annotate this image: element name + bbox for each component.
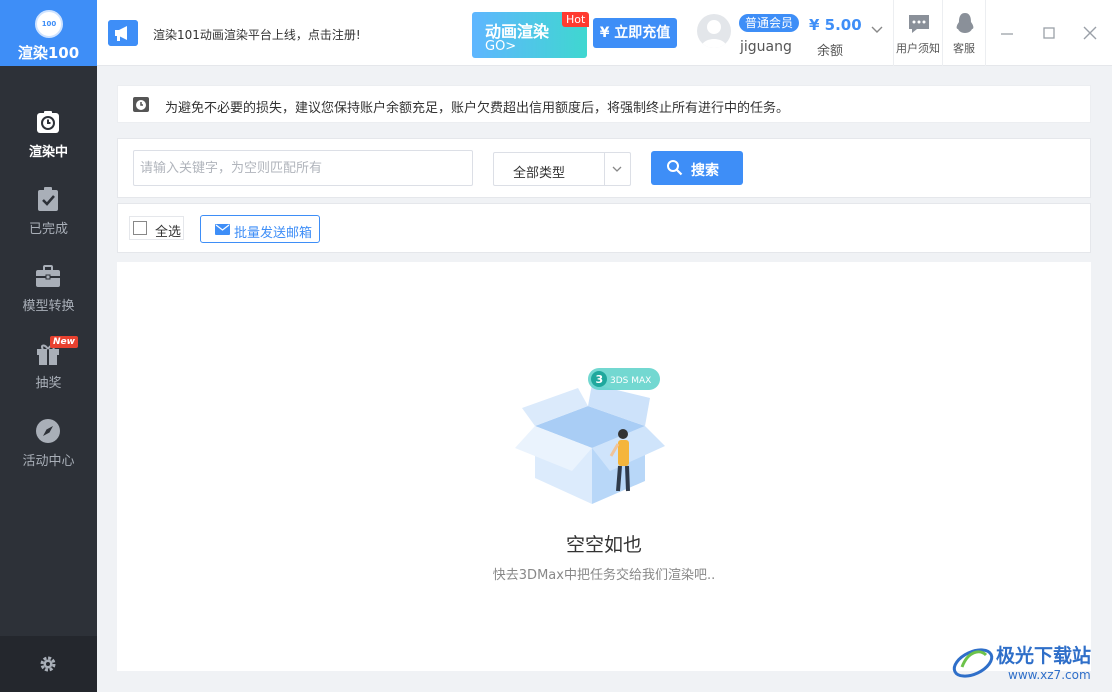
select-all-label: 全选 bbox=[155, 225, 182, 240]
sidebar-item-label: 已完成 bbox=[28, 222, 68, 237]
close-icon[interactable] bbox=[1080, 23, 1100, 43]
app-logo[interactable]: 100 渲染100 bbox=[0, 0, 97, 66]
sidebar-item-rendering[interactable]: 渲染中 bbox=[0, 109, 97, 179]
top-bar: 渲染101动画渲染平台上线，点击注册! 动画渲染 GO> Hot ¥ 立即充值 … bbox=[97, 0, 1112, 66]
chevron-down-icon[interactable] bbox=[870, 22, 884, 36]
sidebar: 100 渲染100 渲染中 已完成 模型转换 New 抽奖 活动中心 bbox=[0, 0, 97, 692]
sidebar-item-label: 渲染中 bbox=[28, 145, 68, 160]
gear-icon[interactable] bbox=[39, 655, 57, 673]
divider bbox=[604, 153, 605, 185]
search-button-label: 搜索 bbox=[691, 163, 719, 179]
balance-warning-bar: 为避免不必要的损失，建议您保持账户余额充足，账户欠费超出信用额度后，将强制终止所… bbox=[117, 85, 1091, 123]
sidebar-item-lottery[interactable]: New 抽奖 bbox=[0, 336, 97, 410]
balance-amount: ¥ 5.00 bbox=[809, 16, 862, 34]
new-badge: New bbox=[50, 336, 78, 348]
empty-box-illustration: 3 3DS MAX bbox=[515, 368, 665, 504]
envelope-icon bbox=[215, 224, 230, 235]
select-all-checkbox[interactable]: 全选 bbox=[129, 216, 184, 240]
recharge-button[interactable]: ¥ 立即充值 bbox=[593, 18, 677, 48]
watermark-url: www.xz7.com bbox=[1008, 668, 1091, 682]
type-select-value: 全部类型 bbox=[513, 166, 566, 181]
empty-state-subtitle: 快去3DMax中把任务交给我们渲染吧.. bbox=[492, 568, 716, 583]
warning-text: 为避免不必要的损失，建议您保持账户余额充足，账户欠费超出信用额度后，将强制终止所… bbox=[165, 101, 790, 116]
compass-icon bbox=[36, 419, 60, 443]
maximize-icon[interactable] bbox=[1039, 23, 1059, 43]
alarm-clock-icon bbox=[133, 97, 149, 112]
app-name: 渲染100 bbox=[17, 44, 80, 62]
watermark-name: 极光下载站 bbox=[996, 645, 1092, 667]
notice-link[interactable]: 渲染101动画渲染平台上线，点击注册! bbox=[153, 26, 361, 43]
sidebar-item-model-convert[interactable]: 模型转换 bbox=[0, 263, 97, 333]
megaphone-icon[interactable] bbox=[108, 20, 138, 46]
sidebar-footer bbox=[0, 636, 97, 692]
svg-text:3: 3 bbox=[596, 373, 604, 386]
chevron-down-icon bbox=[612, 166, 622, 172]
task-list-area: 3 3DS MAX 空空如也 快去3DMax中把任务交给我们渲染吧.. bbox=[117, 262, 1091, 671]
aurora-logo-icon bbox=[952, 648, 994, 678]
customer-service-button[interactable]: 客服 bbox=[940, 10, 988, 60]
search-panel: 全部类型 搜索 bbox=[117, 138, 1091, 198]
user-silhouette-icon bbox=[701, 20, 727, 48]
batch-email-button[interactable]: 批量发送邮箱 bbox=[200, 215, 320, 243]
username: jiguang bbox=[740, 39, 792, 55]
tool-label: 客服 bbox=[953, 42, 975, 55]
briefcase-icon bbox=[36, 265, 60, 287]
avatar[interactable] bbox=[697, 14, 731, 48]
member-level-badge: 普通会员 bbox=[739, 14, 800, 32]
logo-mark: 100 bbox=[35, 10, 63, 38]
svg-text:3DS MAX: 3DS MAX bbox=[610, 376, 651, 386]
chat-bubble-icon bbox=[909, 15, 929, 33]
type-select[interactable]: 全部类型 bbox=[493, 152, 631, 186]
user-notice-button[interactable]: 用户须知 bbox=[894, 10, 942, 60]
sidebar-item-completed[interactable]: 已完成 bbox=[0, 186, 97, 256]
batch-email-label: 批量发送邮箱 bbox=[234, 226, 313, 241]
sidebar-item-activity-center[interactable]: 活动中心 bbox=[0, 418, 97, 488]
empty-state-title: 空空如也 bbox=[565, 534, 642, 556]
divider bbox=[985, 0, 986, 66]
qq-penguin-icon bbox=[956, 13, 974, 33]
minimize-icon[interactable] bbox=[997, 23, 1017, 43]
animation-render-promo[interactable]: 动画渲染 GO> Hot bbox=[472, 12, 590, 58]
search-icon bbox=[667, 160, 683, 176]
sidebar-item-label: 模型转换 bbox=[22, 299, 75, 314]
promo-go: GO> bbox=[485, 39, 517, 54]
tool-label: 用户须知 bbox=[896, 42, 940, 55]
balance-label: 余额 bbox=[817, 44, 844, 59]
sidebar-item-label: 活动中心 bbox=[22, 454, 75, 469]
clipboard-check-icon bbox=[38, 187, 58, 211]
checkbox-box bbox=[133, 221, 147, 235]
site-watermark: 极光下载站 www.xz7.com bbox=[950, 637, 1110, 689]
search-input[interactable] bbox=[133, 150, 473, 186]
sidebar-item-label: 抽奖 bbox=[35, 376, 62, 391]
clock-icon bbox=[37, 111, 59, 133]
hot-badge: Hot bbox=[562, 12, 590, 27]
search-button[interactable]: 搜索 bbox=[651, 151, 743, 185]
action-panel: 全选 批量发送邮箱 bbox=[117, 203, 1091, 253]
